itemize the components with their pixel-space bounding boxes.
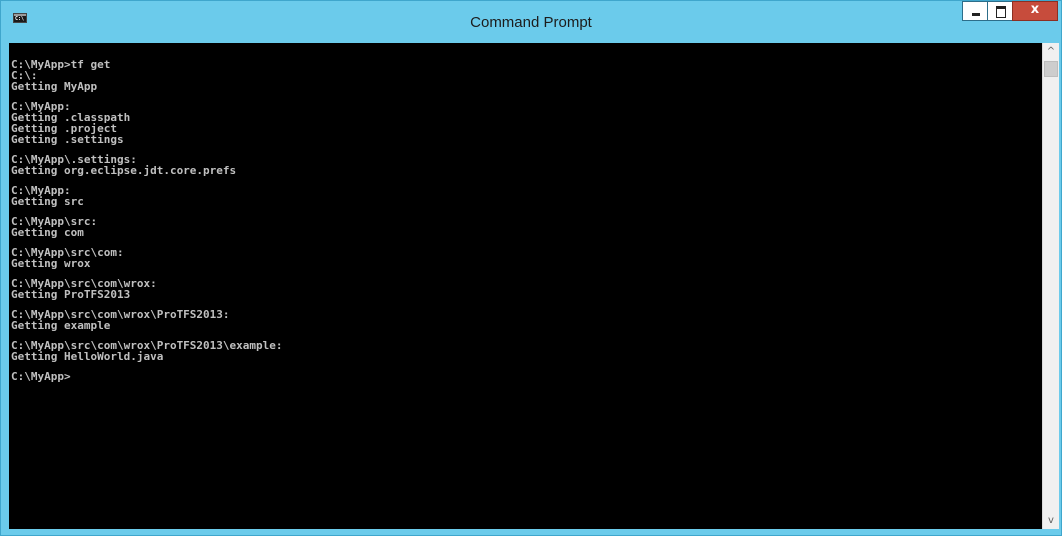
console-line: C:\MyApp\src\com\wrox\ProTFS2013: (11, 308, 230, 321)
maximize-icon (996, 6, 1006, 18)
console-line: Getting MyApp (11, 80, 98, 93)
console-line: Getting src (11, 195, 84, 208)
close-button[interactable]: x (1012, 1, 1058, 21)
console-line: Getting .settings (11, 133, 124, 146)
console-line: Getting wrox (11, 257, 91, 270)
console-line: C:\MyApp\src\com: (11, 246, 124, 259)
console-line: C:\: (11, 69, 38, 82)
console-line: Getting org.eclipse.jdt.core.prefs (11, 164, 237, 177)
console-line: Getting ProTFS2013 (11, 288, 131, 301)
console-line: C:\MyApp\src: (11, 215, 98, 228)
console-line: C:\MyApp> (11, 370, 71, 383)
console-line: C:\MyApp\src\com\wrox\ProTFS2013\example… (11, 339, 283, 352)
maximize-button[interactable] (987, 1, 1013, 21)
command-prompt-window: C:\ Command Prompt x C:\MyApp>tf get C:\:… (0, 0, 1062, 536)
console-line: C:\MyApp: (11, 100, 71, 113)
close-icon: x (1030, 2, 1040, 17)
console-line: Getting HelloWorld.java (11, 350, 164, 363)
console-line: Getting .project (11, 122, 117, 135)
minimize-button[interactable] (962, 1, 988, 21)
console-line: C:\MyApp\src\com\wrox: (11, 277, 157, 290)
scroll-down-arrow-icon[interactable]: v (1043, 512, 1059, 529)
scroll-thumb[interactable] (1044, 61, 1058, 77)
console-line: C:\MyApp: (11, 184, 71, 197)
title-bar[interactable]: C:\ Command Prompt x (1, 1, 1061, 43)
console-line: Getting com (11, 226, 84, 239)
console-line: Getting example (11, 319, 111, 332)
window-title: Command Prompt (470, 14, 592, 31)
vertical-scrollbar[interactable]: ^ v (1042, 43, 1059, 529)
console-line: Getting .classpath (11, 111, 131, 124)
console-line: C:\MyApp>tf get (11, 58, 111, 71)
minimize-icon (972, 13, 980, 16)
scroll-up-arrow-icon[interactable]: ^ (1043, 43, 1059, 60)
console-output[interactable]: C:\MyApp>tf get C:\: Getting MyApp C:\MyApp… (9, 43, 1042, 529)
console-text: C:\MyApp>tf get C:\: Getting MyApp C:\MyApp… (9, 43, 1042, 382)
